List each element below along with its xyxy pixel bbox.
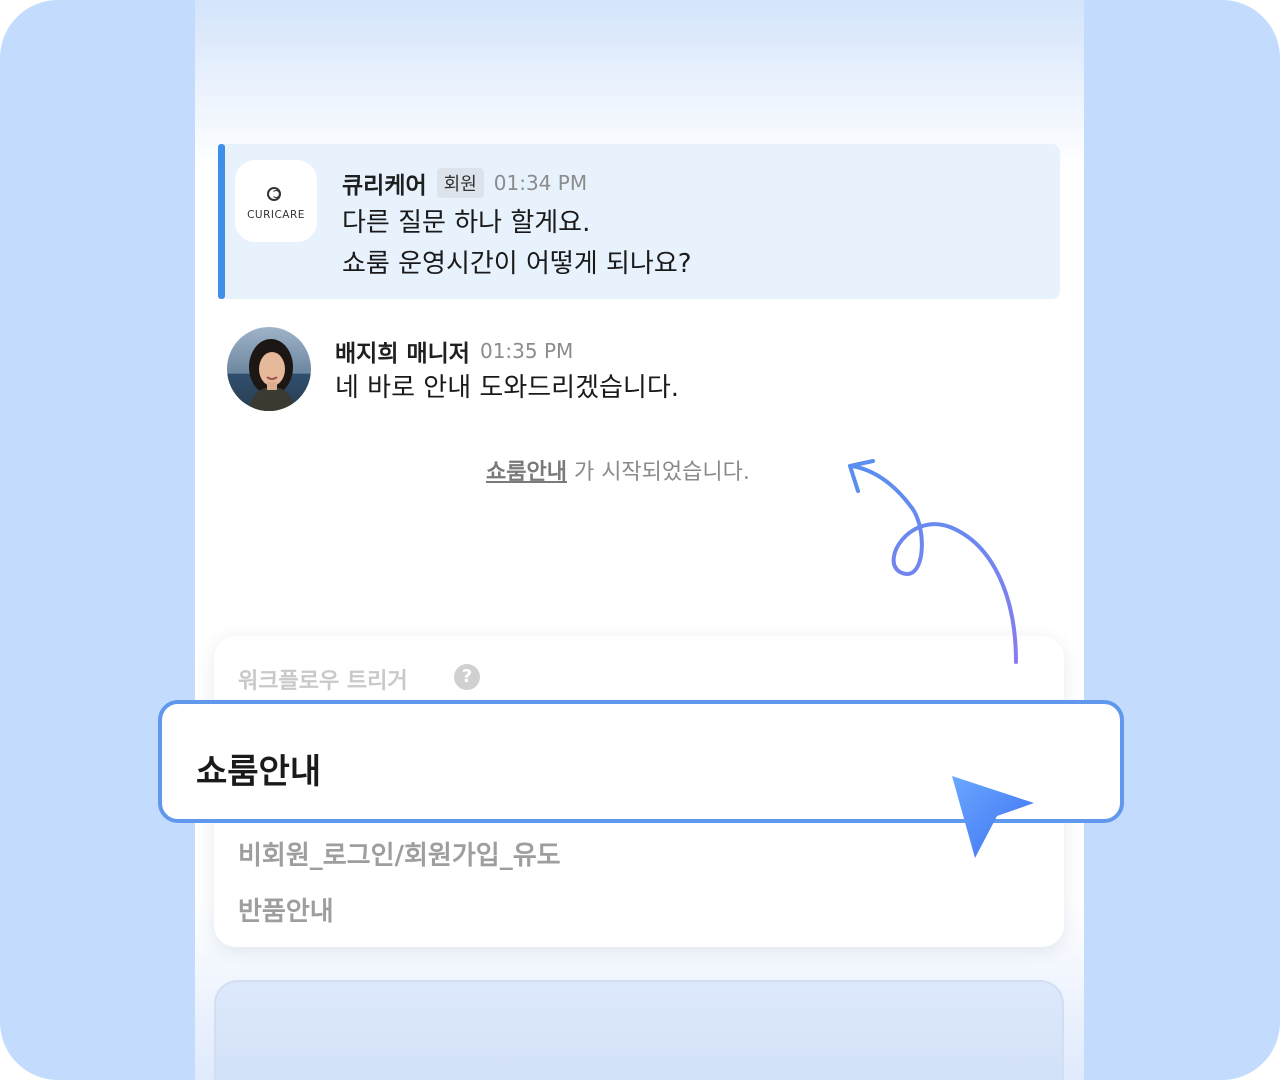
highlighted-message[interactable]: CURICARE 큐리케어 회원 01:34 PM 다른 질문 하나 할게요. … — [218, 144, 1060, 299]
message-time: 01:34 PM — [493, 171, 588, 195]
message-input-area[interactable] — [214, 980, 1064, 1080]
member-badge: 회원 — [436, 168, 484, 198]
workflow-started-notice: 쇼룸안내 가 시작되었습니다. — [486, 454, 750, 486]
notice-suffix: 가 시작되었습니다. — [566, 460, 750, 485]
workflow-option[interactable]: 비회원_로그인/회원가입_유도 — [238, 835, 561, 872]
curicare-logo: CURICARE — [235, 160, 317, 242]
sender-name[interactable]: 배지희 매니저 — [335, 334, 470, 368]
message-line: 다른 질문 하나 할게요. — [342, 208, 591, 238]
message-line: 쇼룸 운영시간이 어떻게 되나요? — [342, 249, 692, 279]
workflow-option[interactable]: 반품안내 — [238, 891, 334, 928]
selected-workflow-option[interactable]: 쇼룸안내 — [158, 700, 1124, 823]
message-text: 네 바로 안내 도와드리겠습니다. — [335, 368, 679, 409]
sender-name[interactable]: 큐리케어 — [342, 166, 427, 200]
selected-option-label: 쇼룸안내 — [196, 752, 322, 792]
message-time: 01:35 PM — [479, 339, 574, 363]
highlight-bar — [218, 144, 225, 299]
message-text: 다른 질문 하나 할게요. 쇼룸 운영시간이 어떻게 되나요? — [342, 203, 692, 285]
logo-text: CURICARE — [247, 209, 305, 221]
background-frame: CURICARE 큐리케어 회원 01:34 PM 다른 질문 하나 할게요. … — [0, 0, 1280, 1080]
message-header: 배지희 매니저 01:35 PM — [335, 334, 573, 368]
message-header: 큐리케어 회원 01:34 PM — [342, 166, 587, 200]
curicare-logo-icon — [267, 187, 281, 201]
dropdown-title: 워크플로우 트리거 — [238, 669, 408, 694]
message-line: 네 바로 안내 도와드리겠습니다. — [335, 373, 680, 403]
workflow-link[interactable]: 쇼룸안내 — [486, 460, 567, 485]
question-mark-icon[interactable]: ? — [454, 664, 480, 690]
manager-avatar[interactable] — [227, 327, 311, 411]
